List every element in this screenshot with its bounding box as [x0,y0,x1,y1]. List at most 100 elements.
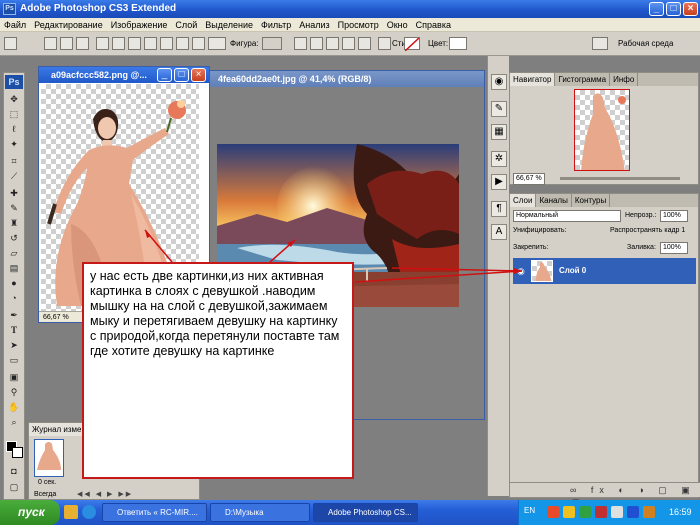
propagate-frame-label[interactable]: Распространять кадр 1 [610,226,685,236]
layer-name[interactable]: Слой 0 [559,266,586,275]
menu-file[interactable]: Файл [0,18,30,32]
gradient-tool-icon[interactable]: ▤ [7,262,21,275]
doc-maximize-button[interactable]: □ [174,68,189,82]
style-swatch[interactable] [404,37,420,52]
eye-icon[interactable]: ◉ [517,266,525,277]
blur-tool-icon[interactable]: ● [7,277,21,290]
tray-icon-3[interactable] [579,506,591,518]
dodge-tool-icon[interactable]: ◔ [7,292,21,305]
tab-layers[interactable]: Слои [510,194,537,207]
document-title[interactable]: 4fea60dd2ae0t.jpg @ 41,4% (RGB/8) [206,71,484,87]
menu-analysis[interactable]: Анализ [295,18,333,32]
magic-wand-tool-icon[interactable]: ✦ [7,138,21,151]
history-brush-tool-icon[interactable]: ↺ [7,232,21,245]
doc-minimize-button[interactable]: _ [157,68,172,82]
tray-icon-5[interactable] [611,506,623,518]
opacity-field[interactable]: 100% [660,210,688,222]
intersect-mode-icon[interactable] [342,37,355,50]
taskbar-item-photoshop[interactable]: Adobe Photoshop CS... [313,503,418,522]
taskbar-item-folder[interactable]: D:\Музыка [210,503,310,522]
tool-preset-icon[interactable] [4,37,17,50]
add-mode-icon[interactable] [310,37,323,50]
color-swatch[interactable] [449,37,467,50]
brushes-panel-icon[interactable]: ◉ [491,74,507,90]
freeform-pen-icon[interactable] [112,37,125,50]
layer-comps-icon[interactable]: ▦ [491,124,507,140]
pen-icon[interactable] [96,37,109,50]
path-selection-tool-icon[interactable]: ➤ [7,339,21,352]
clone-stamp-tool-icon[interactable]: ♜ [7,217,21,230]
language-indicator[interactable]: EN [524,506,535,515]
layers-bottom-toolbar[interactable]: ∞ fx ◐ ◑ ▢ ▣ 🗑 [510,482,700,509]
tab-history[interactable]: Журнал изме [29,423,86,436]
subtract-mode-icon[interactable] [326,37,339,50]
close-button[interactable]: × [683,2,698,16]
start-button[interactable]: пуск [0,500,60,525]
menu-view[interactable]: Просмотр [334,18,383,32]
shape-picker[interactable] [262,37,282,50]
tab-navigator[interactable]: Навигатор [510,73,556,86]
tab-info[interactable]: Инфо [610,73,639,86]
character-icon[interactable]: A [491,224,507,240]
rounded-rectangle-icon[interactable] [144,37,157,50]
quicklaunch-explorer-icon[interactable] [64,505,78,519]
animation-frame[interactable] [34,439,64,477]
hand-tool-icon[interactable]: ✋ [7,401,21,414]
ellipse-icon[interactable] [160,37,173,50]
playback-controls[interactable]: ◀◀ ◀ ▶ ▶▶ [77,490,133,500]
fill-pixels-button[interactable] [76,37,89,50]
marquee-tool-icon[interactable]: ⬚ [7,108,21,121]
frame-time[interactable]: 0 сек. [38,478,56,488]
crop-tool-icon[interactable]: ⌗ [7,155,21,168]
tab-channels[interactable]: Каналы [536,194,572,207]
menu-filter[interactable]: Фильтр [257,18,295,32]
tray-icon-2[interactable] [563,506,575,518]
custom-shape-icon[interactable] [208,37,226,50]
actions-icon[interactable]: ▶ [491,174,507,190]
menu-layer[interactable]: Слой [171,18,201,32]
healing-tool-icon[interactable]: ✚ [7,187,21,200]
paragraph-icon[interactable]: ¶ [491,201,507,217]
line-icon[interactable] [192,37,205,50]
slice-tool-icon[interactable]: ⟋ [7,170,21,183]
blend-mode-select[interactable]: Нормальный [513,210,621,222]
tray-icon-1[interactable] [547,506,559,518]
navigator-preview[interactable] [574,89,630,171]
doc-close-button[interactable]: × [191,68,206,82]
minimize-button[interactable]: _ [649,2,664,16]
menu-select[interactable]: Выделение [201,18,257,32]
tab-histogram[interactable]: Гистограмма [555,73,611,86]
move-tool-icon[interactable]: ✥ [7,93,21,106]
clone-source-icon[interactable]: ✲ [491,151,507,167]
tray-icon-6[interactable] [627,506,639,518]
tab-paths[interactable]: Контуры [572,194,611,207]
shape-layers-button[interactable] [44,37,57,50]
quick-mask-icon[interactable]: ◘ [7,465,21,478]
eraser-tool-icon[interactable]: ▱ [7,247,21,260]
brush-tool-icon[interactable]: ✎ [7,202,21,215]
workspace-icon[interactable] [592,37,608,50]
exclude-mode-icon[interactable] [358,37,371,50]
tool-presets-icon[interactable]: ✎ [491,101,507,117]
lasso-tool-icon[interactable]: ℓ [7,123,21,136]
maximize-button[interactable]: □ [666,2,681,16]
fill-field[interactable]: 100% [660,242,688,254]
background-color-swatch[interactable] [12,447,23,458]
zoom-tool-icon[interactable]: ⌕ [7,416,21,429]
rectangle-icon[interactable] [128,37,141,50]
menu-window[interactable]: Окно [383,18,412,32]
loop-option[interactable]: Всегда [34,490,56,500]
menu-image[interactable]: Изображение [107,18,172,32]
pen-tool-icon[interactable]: ✒ [7,309,21,322]
taskbar-item-browser[interactable]: Ответить « RC-MIR.... [102,503,207,522]
polygon-icon[interactable] [176,37,189,50]
menu-edit[interactable]: Редактирование [30,18,107,32]
eyedropper-tool-icon[interactable]: ⚲ [7,386,21,399]
navigator-zoom-slider[interactable] [560,177,680,180]
layer-row-selected[interactable]: ◉ Слой 0 [513,258,696,284]
quicklaunch-browser-icon[interactable] [82,505,96,519]
navigator-zoom-field[interactable]: 66,67 % [513,173,545,185]
new-layer-mode-icon[interactable] [294,37,307,50]
paths-button[interactable] [60,37,73,50]
screen-mode-icon[interactable]: ▢ [7,481,21,494]
